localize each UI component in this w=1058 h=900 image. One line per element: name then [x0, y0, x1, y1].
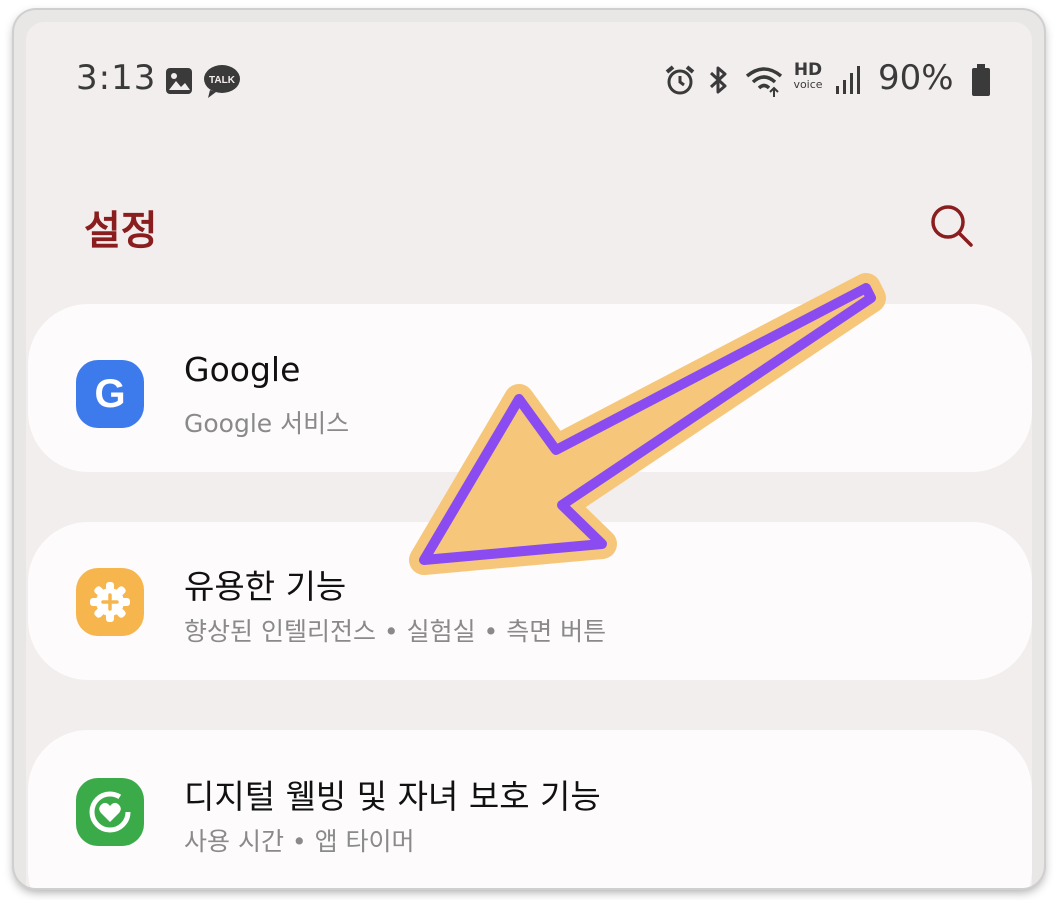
item-title: Google	[184, 350, 301, 389]
item-subtitle: 사용 시간 • 앱 타이머	[184, 827, 415, 856]
device-frame: 3:13 TALK HD voice 90% 설정 G Google Googl…	[14, 10, 1044, 888]
google-icon-letter: G	[94, 372, 126, 416]
hd-label: HD	[793, 60, 823, 80]
hd-voice-icon: HD voice	[790, 60, 826, 91]
talk-label: TALK	[209, 75, 236, 86]
settings-item-google[interactable]: G Google Google 서비스	[28, 304, 1032, 472]
status-time: 3:13	[76, 58, 157, 98]
gear-plus-icon	[90, 582, 130, 622]
wifi-icon	[745, 67, 783, 97]
item-title: 디지털 웰빙 및 자녀 보호 기능	[184, 777, 601, 816]
settings-item-advanced-features[interactable]: 유용한 기능 향상된 인텔리전스 • 실험실 • 측면 버튼	[28, 522, 1032, 680]
item-subtitle: Google 서비스	[184, 409, 350, 438]
gallery-icon	[166, 68, 192, 94]
page-title: 설정	[84, 208, 158, 254]
bluetooth-icon	[709, 66, 727, 94]
google-icon: G	[76, 360, 144, 428]
heart-ring-icon	[89, 791, 131, 833]
item-subtitle: 향상된 인텔리전스 • 실험실 • 측면 버튼	[184, 617, 607, 646]
battery-icon	[972, 64, 990, 96]
alarm-icon	[665, 65, 695, 95]
settings-item-digital-wellbeing[interactable]: 디지털 웰빙 및 자녀 보호 기능 사용 시간 • 앱 타이머	[28, 730, 1032, 888]
battery-percent: 90%	[878, 58, 954, 98]
status-bar: 3:13 TALK HD voice 90%	[26, 22, 1032, 122]
digital-wellbeing-icon	[76, 778, 144, 846]
search-icon[interactable]	[926, 200, 978, 252]
voice-label: voice	[793, 78, 823, 91]
signal-icon	[836, 66, 860, 94]
advanced-features-icon	[76, 568, 144, 636]
kakaotalk-icon: TALK	[204, 65, 240, 98]
settings-screen: 3:13 TALK HD voice 90% 설정 G Google Googl…	[26, 22, 1032, 888]
item-title: 유용한 기능	[184, 567, 347, 606]
